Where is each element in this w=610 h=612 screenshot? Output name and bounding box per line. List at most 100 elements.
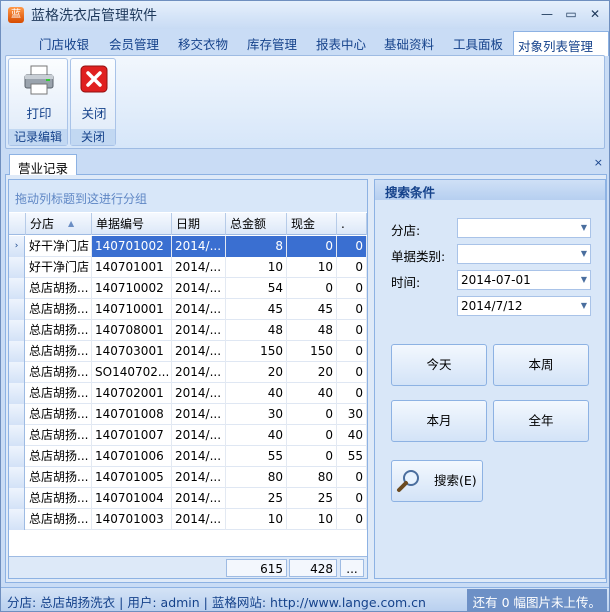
full-year-button[interactable]: 全年 xyxy=(493,400,589,442)
cell-total[interactable]: 40 xyxy=(226,383,287,404)
row-indicator[interactable] xyxy=(9,404,25,425)
cell-date[interactable]: 2014/... xyxy=(172,320,226,341)
table-row[interactable]: › 好干净门店 140701002 2014/... 8 0 0 xyxy=(9,236,367,257)
search-button[interactable]: 搜索(E) xyxy=(391,460,483,502)
cell-date[interactable]: 2014/... xyxy=(172,425,226,446)
col-date[interactable]: 日期 xyxy=(172,213,226,235)
cell-cash[interactable]: 0 xyxy=(287,425,337,446)
row-indicator[interactable] xyxy=(9,446,25,467)
cell-doc-no[interactable]: 140701008 xyxy=(92,404,172,425)
cell-branch[interactable]: 总店胡扬... xyxy=(26,425,92,446)
cell-doc-no[interactable]: SO140702... xyxy=(92,362,172,383)
cell-total[interactable]: 48 xyxy=(226,320,287,341)
cell-cash[interactable]: 0 xyxy=(287,446,337,467)
cell-cash[interactable]: 20 xyxy=(287,362,337,383)
cell-branch[interactable]: 总店胡扬... xyxy=(26,362,92,383)
table-row[interactable]: 总店胡扬... 140708001 2014/... 48 48 0 xyxy=(9,320,367,341)
row-indicator[interactable] xyxy=(9,320,25,341)
cell-other[interactable]: 55 xyxy=(337,446,367,467)
cell-doc-no[interactable]: 140701006 xyxy=(92,446,172,467)
cell-date[interactable]: 2014/... xyxy=(172,236,226,257)
menu-members[interactable]: 会员管理 xyxy=(109,34,159,53)
row-indicator[interactable] xyxy=(9,257,25,278)
cell-cash[interactable]: 40 xyxy=(287,383,337,404)
cell-branch[interactable]: 总店胡扬... xyxy=(26,278,92,299)
cell-date[interactable]: 2014/... xyxy=(172,404,226,425)
table-row[interactable]: 总店胡扬... 140701006 2014/... 55 0 55 xyxy=(9,446,367,467)
title-bar[interactable]: 蓝 蓝格洗衣店管理软件 — ▭ ✕ xyxy=(1,1,609,29)
cell-total[interactable]: 40 xyxy=(226,425,287,446)
print-button[interactable]: 打印 xyxy=(14,63,64,123)
cell-total[interactable]: 10 xyxy=(226,257,287,278)
close-button[interactable]: 关闭 xyxy=(69,63,119,123)
cell-total[interactable]: 55 xyxy=(226,446,287,467)
cell-date[interactable]: 2014/... xyxy=(172,509,226,530)
cell-cash[interactable]: 45 xyxy=(287,299,337,320)
row-indicator-arrow-icon[interactable]: › xyxy=(9,236,25,257)
row-indicator[interactable] xyxy=(9,467,25,488)
menu-object-list[interactable]: 对象列表管理 xyxy=(513,31,609,56)
cell-doc-no[interactable]: 140710002 xyxy=(92,278,172,299)
cell-branch[interactable]: 总店胡扬... xyxy=(26,446,92,467)
cell-doc-no[interactable]: 140701003 xyxy=(92,509,172,530)
date-to-picker[interactable]: 2014/7/12 ▼ xyxy=(457,296,591,316)
cell-total[interactable]: 20 xyxy=(226,362,287,383)
row-indicator[interactable] xyxy=(9,488,25,509)
table-row[interactable]: 总店胡扬... 140701008 2014/... 30 0 30 xyxy=(9,404,367,425)
cell-doc-no[interactable]: 140703001 xyxy=(92,341,172,362)
col-branch[interactable]: 分店 ▲ xyxy=(26,213,92,235)
cell-branch[interactable]: 总店胡扬... xyxy=(26,320,92,341)
cell-cash[interactable]: 80 xyxy=(287,467,337,488)
cell-total[interactable]: 45 xyxy=(226,299,287,320)
row-indicator[interactable] xyxy=(9,383,25,404)
today-button[interactable]: 今天 xyxy=(391,344,487,386)
doc-type-combo[interactable]: ▼ xyxy=(457,244,591,264)
cell-cash[interactable]: 48 xyxy=(287,320,337,341)
cell-branch[interactable]: 总店胡扬... xyxy=(26,383,92,404)
restore-button[interactable]: ▭ xyxy=(561,6,581,22)
cell-date[interactable]: 2014/... xyxy=(172,446,226,467)
this-week-button[interactable]: 本周 xyxy=(493,344,589,386)
cell-cash[interactable]: 0 xyxy=(287,236,337,257)
close-window-button[interactable]: ✕ xyxy=(585,6,605,22)
row-indicator[interactable] xyxy=(9,341,25,362)
cell-other[interactable]: 0 xyxy=(337,257,367,278)
cell-date[interactable]: 2014/... xyxy=(172,278,226,299)
col-doc-no[interactable]: 单据编号 xyxy=(92,213,172,235)
cell-total[interactable]: 8 xyxy=(226,236,287,257)
cell-other[interactable]: 0 xyxy=(337,383,367,404)
cell-total[interactable]: 80 xyxy=(226,467,287,488)
cell-branch[interactable]: 总店胡扬... xyxy=(26,404,92,425)
cell-date[interactable]: 2014/... xyxy=(172,488,226,509)
cell-other[interactable]: 0 xyxy=(337,341,367,362)
menu-tools[interactable]: 工具面板 xyxy=(453,34,503,53)
cell-other[interactable]: 0 xyxy=(337,509,367,530)
minimize-button[interactable]: — xyxy=(537,6,557,22)
dropdown-arrow-icon[interactable]: ▼ xyxy=(581,297,587,315)
cell-doc-no[interactable]: 140701004 xyxy=(92,488,172,509)
cell-doc-no[interactable]: 140701007 xyxy=(92,425,172,446)
group-by-panel[interactable]: 拖动列标题到这进行分组 xyxy=(9,180,367,212)
cell-branch[interactable]: 总店胡扬... xyxy=(26,509,92,530)
cell-cash[interactable]: 25 xyxy=(287,488,337,509)
menu-basic-data[interactable]: 基础资料 xyxy=(384,34,434,53)
table-row[interactable]: 总店胡扬... 140701003 2014/... 10 10 0 xyxy=(9,509,367,530)
cell-branch[interactable]: 好干净门店 xyxy=(26,257,92,278)
col-total[interactable]: 总金额 xyxy=(226,213,287,235)
cell-other[interactable]: 30 xyxy=(337,404,367,425)
cell-total[interactable]: 25 xyxy=(226,488,287,509)
row-indicator[interactable] xyxy=(9,299,25,320)
cell-total[interactable]: 10 xyxy=(226,509,287,530)
cell-date[interactable]: 2014/... xyxy=(172,257,226,278)
table-row[interactable]: 总店胡扬... SO140702... 2014/... 20 20 0 xyxy=(9,362,367,383)
cell-total[interactable]: 54 xyxy=(226,278,287,299)
cell-date[interactable]: 2014/... xyxy=(172,467,226,488)
table-row[interactable]: 总店胡扬... 140701005 2014/... 80 80 0 xyxy=(9,467,367,488)
menu-inventory[interactable]: 库存管理 xyxy=(247,34,297,53)
cell-other[interactable]: 0 xyxy=(337,236,367,257)
cell-doc-no[interactable]: 140708001 xyxy=(92,320,172,341)
col-cash[interactable]: 现金 xyxy=(287,213,337,235)
cell-branch[interactable]: 好干净门店 xyxy=(26,236,92,257)
cell-cash[interactable]: 10 xyxy=(287,257,337,278)
cell-branch[interactable]: 总店胡扬... xyxy=(26,299,92,320)
